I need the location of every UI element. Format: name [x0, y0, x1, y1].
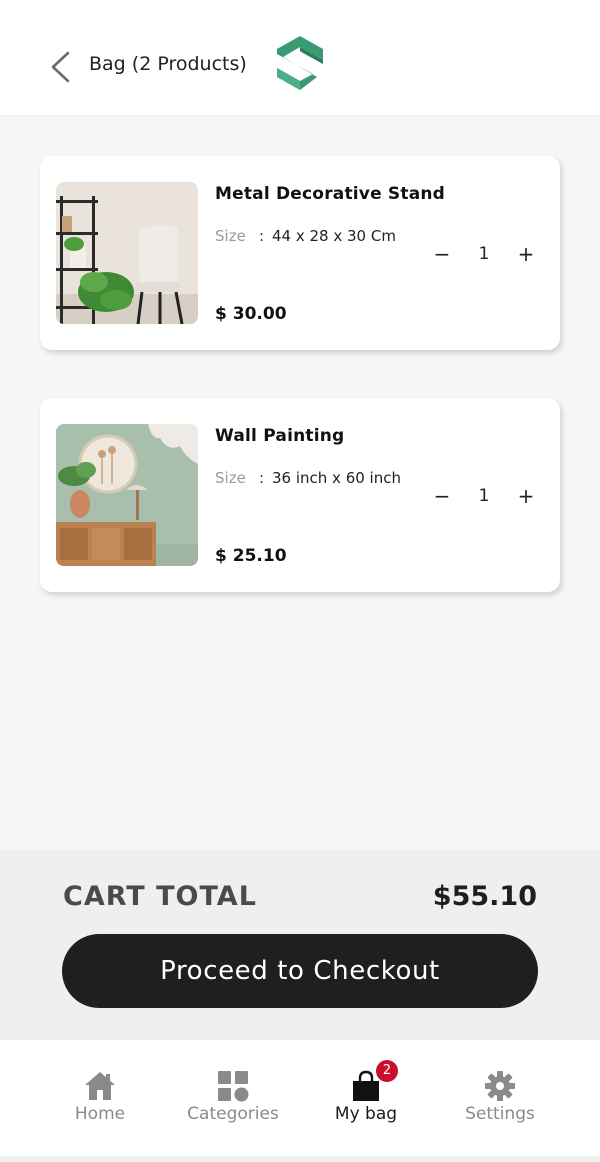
app-header: Bag (2 Products)	[0, 0, 600, 116]
bottom-tab-bar: Home Categories My bag Settings	[0, 1040, 600, 1156]
bottom-strip	[0, 1156, 600, 1162]
tab-label: Categories	[187, 1104, 279, 1124]
quantity-value: 1	[478, 244, 490, 264]
brand-logo-icon	[277, 36, 323, 90]
product-name[interactable]: Wall Painting	[215, 426, 344, 446]
increase-quantity-button[interactable]: +	[510, 236, 542, 272]
product-price: $ 30.00	[215, 304, 287, 324]
quantity-stepper: − 1 +	[426, 478, 542, 514]
decrease-quantity-button[interactable]: −	[426, 236, 458, 272]
product-price: $ 25.10	[215, 546, 287, 566]
size-separator: :	[259, 227, 265, 245]
cart-item: Metal Decorative Stand Size : 44 x 28 x …	[40, 156, 560, 350]
size-value: 36 inch x 60 inch	[272, 469, 401, 487]
grid-icon	[218, 1071, 249, 1102]
size-value: 44 x 28 x 30 Cm	[272, 227, 396, 245]
stand-photo-icon	[56, 182, 198, 324]
tab-label: Home	[74, 1104, 126, 1124]
quantity-stepper: − 1 +	[426, 236, 542, 272]
tab-label: My bag	[334, 1104, 398, 1124]
cart-item: Wall Painting Size : 36 inch x 60 inch $…	[40, 398, 560, 592]
gear-icon	[485, 1071, 515, 1101]
checkout-button[interactable]: Proceed to Checkout	[62, 934, 538, 1008]
tab-categories[interactable]: Categories	[173, 1040, 293, 1156]
size-separator: :	[259, 469, 265, 487]
back-button[interactable]	[46, 50, 76, 84]
bag-count-badge: 2	[376, 1060, 398, 1082]
cart-total-label: CART TOTAL	[63, 881, 257, 912]
cart-total-value: $55.10	[432, 881, 537, 912]
quantity-value: 1	[478, 486, 490, 506]
painting-photo-icon	[56, 424, 198, 566]
product-image[interactable]	[56, 182, 198, 324]
tab-my-bag[interactable]: My bag	[316, 1040, 416, 1156]
cart-total-panel: CART TOTAL $55.10 Proceed to Checkout	[0, 850, 600, 1040]
product-name[interactable]: Metal Decorative Stand	[215, 184, 445, 204]
size-label: Size	[215, 227, 246, 245]
brand-logo	[273, 34, 327, 94]
home-icon	[85, 1072, 115, 1100]
decrease-quantity-button[interactable]: −	[426, 478, 458, 514]
size-label: Size	[215, 469, 246, 487]
increase-quantity-button[interactable]: +	[510, 478, 542, 514]
page-title: Bag (2 Products)	[89, 53, 247, 75]
tab-label: Settings	[465, 1104, 535, 1124]
chevron-left-icon	[51, 51, 70, 83]
tab-home[interactable]: Home	[50, 1040, 150, 1156]
product-image[interactable]	[56, 424, 198, 566]
tab-settings[interactable]: Settings	[450, 1040, 550, 1156]
